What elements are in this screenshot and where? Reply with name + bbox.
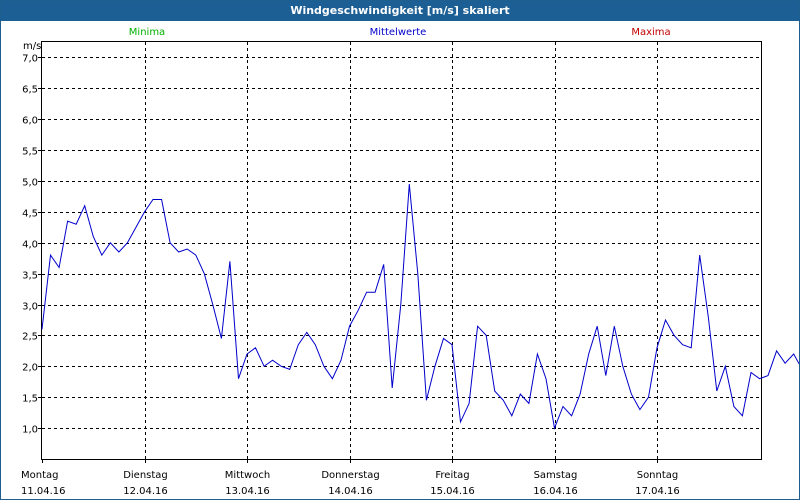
x-tick-day: Freitag bbox=[435, 470, 469, 481]
y-tick-label: 3,5 bbox=[22, 271, 38, 282]
x-tick-day: Montag bbox=[21, 470, 58, 481]
x-tick-date: 14.04.16 bbox=[328, 486, 373, 497]
x-tick-date: 13.04.16 bbox=[225, 486, 270, 497]
x-tick-date: 11.04.16 bbox=[21, 486, 66, 497]
x-axis-ticks: Montag 11.04.16 Dienstag 12.04.16 Mittwoch 13… bbox=[21, 459, 680, 497]
y-tick-label: 1,0 bbox=[22, 425, 38, 436]
series-line-mittelwerte bbox=[41, 184, 799, 430]
y-tick-label: 4,5 bbox=[22, 209, 38, 220]
x-tick-date: 15.04.16 bbox=[430, 486, 475, 497]
x-tick-date: 16.04.16 bbox=[533, 486, 578, 497]
y-tick-label: 7,0 bbox=[22, 54, 38, 65]
y-tick-label: 2,5 bbox=[22, 332, 38, 343]
y-axis-unit: m/s bbox=[23, 41, 41, 52]
x-tick-day: Samstag bbox=[534, 470, 578, 481]
x-tick-day: Sonntag bbox=[637, 470, 679, 481]
line-chart: Minima Mittelwerte Maxima m/s 1,0 1,5 2,0 2… bbox=[21, 27, 799, 497]
legend-mittelwerte: Mittelwerte bbox=[370, 27, 427, 38]
y-tick-label: 5,0 bbox=[22, 178, 38, 189]
y-tick-label: 4,0 bbox=[22, 240, 38, 251]
y-tick-label: 2,0 bbox=[22, 363, 38, 374]
chart-window: Windgeschwindigkeit [m/s] skaliert Minim… bbox=[0, 0, 800, 500]
series-layer bbox=[41, 184, 799, 430]
x-tick-day: Dienstag bbox=[123, 470, 168, 481]
y-tick-label: 6,5 bbox=[22, 85, 38, 96]
legend-maxima: Maxima bbox=[631, 27, 670, 38]
legend-minima: Minima bbox=[129, 27, 165, 38]
x-tick-date: 12.04.16 bbox=[123, 486, 168, 497]
y-axis-ticks: 1,0 1,5 2,0 2,5 3,0 3,5 4,0 4,5 5,0 5,5 6,0 6,5 7,0 bbox=[22, 54, 42, 436]
y-tick-label: 3,0 bbox=[22, 302, 38, 313]
x-tick-day: Mittwoch bbox=[225, 470, 270, 481]
y-tick-label: 5,5 bbox=[22, 147, 38, 158]
plot-frame bbox=[41, 41, 762, 460]
y-tick-label: 1,5 bbox=[22, 394, 38, 405]
x-tick-date: 17.04.16 bbox=[635, 486, 680, 497]
grid bbox=[42, 42, 761, 459]
x-tick-day: Donnerstag bbox=[321, 470, 379, 481]
y-tick-label: 6,0 bbox=[22, 116, 38, 127]
